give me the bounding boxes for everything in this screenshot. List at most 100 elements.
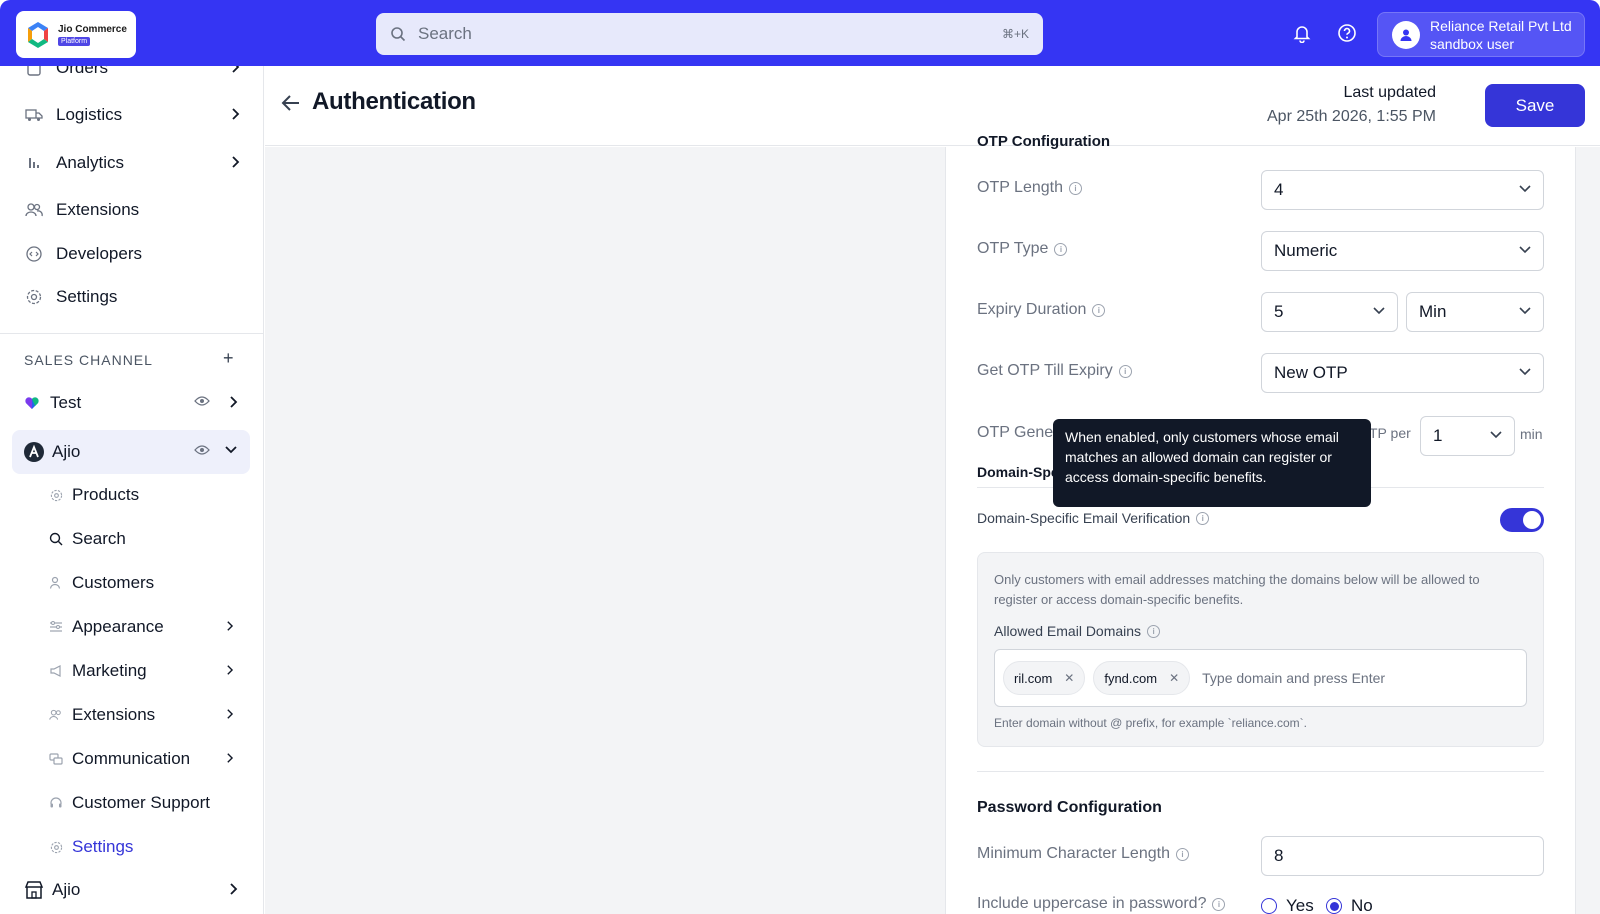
allowed-domains-input[interactable]: ril.com ✕ fynd.com ✕ Type domain and pre… — [994, 649, 1527, 707]
eye-icon[interactable] — [194, 395, 210, 407]
radio-circle — [1261, 898, 1277, 914]
store-icon — [24, 880, 44, 900]
info-icon[interactable]: i — [1054, 242, 1068, 256]
otp-length-label: OTP Length i — [977, 179, 1082, 197]
min-length-input[interactable]: 8 — [1261, 836, 1544, 876]
subitem-label: Products — [72, 485, 140, 504]
subitem-label: Appearance — [72, 617, 164, 636]
page-title: Authentication — [312, 88, 476, 115]
add-channel-icon[interactable]: + — [223, 348, 234, 369]
expiry-unit-select[interactable]: Min — [1406, 292, 1544, 332]
save-button[interactable]: Save — [1485, 84, 1585, 127]
info-icon[interactable]: i — [1092, 303, 1106, 317]
remove-chip-icon[interactable]: ✕ — [1064, 671, 1074, 685]
uppercase-yes-radio[interactable]: Yes — [1261, 896, 1314, 914]
otp-length-select[interactable]: 4 — [1261, 170, 1544, 210]
info-icon[interactable]: i — [1212, 897, 1226, 911]
logo[interactable]: Jio Commerce Platform — [16, 11, 136, 58]
sidebar-subitem-products[interactable]: Products — [48, 477, 248, 513]
channel-ajio[interactable]: Ajio — [12, 430, 250, 474]
orders-icon — [24, 66, 44, 78]
search-icon — [48, 531, 64, 547]
sidebar-item-logistics[interactable]: Logistics — [12, 95, 250, 135]
info-icon[interactable]: i — [1196, 511, 1210, 525]
otp-per-text: TP per — [1369, 425, 1411, 441]
sidebar-item-orders[interactable]: Orders — [12, 66, 250, 88]
user-icon — [48, 575, 64, 591]
password-divider — [977, 771, 1544, 772]
sidebar-subitem-marketing[interactable]: Marketing — [48, 653, 248, 689]
domain-chip: fynd.com ✕ — [1093, 661, 1191, 695]
domain-chip: ril.com ✕ — [1003, 661, 1086, 695]
subitem-label: Search — [72, 529, 126, 548]
chevron-down-icon — [1519, 185, 1531, 193]
sidebar-subitem-customers[interactable]: Customers — [48, 565, 248, 601]
subitem-label: Customer Support — [72, 793, 210, 812]
info-icon[interactable]: i — [1147, 624, 1161, 638]
sidebar-item-extensions[interactable]: Extensions — [12, 190, 250, 230]
sidebar-subitem-communication[interactable]: Communication — [48, 741, 248, 777]
chevron-right-icon[interactable] — [228, 882, 238, 896]
chevron-right-icon — [227, 621, 234, 631]
sidebar-item-analytics[interactable]: Analytics — [12, 143, 250, 183]
users-icon — [48, 707, 64, 723]
bell-icon[interactable] — [1289, 20, 1315, 46]
sidebar-item-label: Analytics — [56, 153, 125, 172]
heart-logo-icon — [24, 395, 40, 411]
eye-icon[interactable] — [194, 444, 210, 456]
chevron-down-icon — [1519, 368, 1531, 376]
domain-verification-toggle[interactable] — [1500, 508, 1544, 532]
channel-label: Ajio — [52, 442, 81, 461]
help-icon[interactable] — [1334, 20, 1360, 46]
domain-input-placeholder[interactable]: Type domain and press Enter — [1202, 670, 1385, 686]
otp-title-mask — [945, 125, 1576, 147]
top-bar: Jio Commerce Platform Search ⌘+K Relianc… — [0, 0, 1600, 66]
remove-chip-icon[interactable]: ✕ — [1169, 671, 1179, 685]
otp-rate-select[interactable]: 1 — [1420, 416, 1515, 456]
chevron-right-icon — [232, 156, 240, 168]
sidebar-divider — [0, 333, 263, 334]
otp-generation-label: OTP Gene — [977, 424, 1054, 441]
info-icon[interactable]: i — [1175, 847, 1189, 861]
channel-test[interactable]: Test — [12, 381, 250, 425]
get-otp-till-expiry-select[interactable]: New OTP — [1261, 353, 1544, 393]
users-icon — [24, 200, 44, 220]
sidebar-subitem-search[interactable]: Search — [48, 521, 248, 557]
user-name: sandbox user — [1430, 35, 1515, 52]
channel-ajio-store[interactable]: Ajio — [12, 868, 250, 912]
chevron-down-icon — [1519, 246, 1531, 254]
expiry-value-select[interactable]: 5 — [1261, 292, 1398, 332]
chevron-down-icon[interactable] — [224, 444, 238, 454]
sliders-icon — [48, 619, 64, 635]
channel-label: Test — [50, 393, 82, 412]
sidebar-item-settings[interactable]: Settings — [12, 277, 250, 317]
sidebar-subitem-appearance[interactable]: Appearance — [48, 609, 248, 645]
search-icon — [391, 27, 406, 42]
sidebar-subitem-customer-support[interactable]: Customer Support — [48, 785, 248, 821]
user-org: Reliance Retail Pvt Ltd — [1430, 17, 1572, 34]
otp-type-select[interactable]: Numeric — [1261, 231, 1544, 271]
radio-label: No — [1351, 896, 1373, 914]
megaphone-icon — [48, 663, 64, 679]
sidebar-item-label: Extensions — [56, 200, 140, 219]
bar-chart-icon — [24, 153, 44, 173]
user-menu[interactable]: Reliance Retail Pvt Ltd sandbox user — [1377, 12, 1585, 57]
otp-rate-unit: min — [1520, 426, 1543, 442]
chip-label: fynd.com — [1104, 670, 1158, 686]
info-icon[interactable]: i — [1118, 364, 1132, 378]
radio-circle — [1326, 898, 1342, 914]
otp-type-label: OTP Type i — [977, 240, 1068, 258]
uppercase-no-radio[interactable]: No — [1326, 896, 1373, 914]
subitem-label: Settings — [72, 837, 134, 856]
global-search[interactable]: Search ⌘+K — [376, 13, 1043, 55]
sidebar-subitem-extensions[interactable]: Extensions — [48, 697, 248, 733]
back-arrow-icon[interactable] — [281, 94, 301, 112]
label-text: Expiry Duration — [977, 301, 1087, 318]
sidebar-item-developers[interactable]: Developers — [12, 234, 250, 274]
chevron-right-icon[interactable] — [228, 395, 238, 409]
subitem-label: Customers — [72, 573, 155, 592]
info-icon[interactable]: i — [1068, 181, 1082, 195]
domain-tooltip: When enabled, only customers whose email… — [1053, 419, 1371, 507]
sidebar-subitem-settings[interactable]: Settings — [48, 829, 248, 865]
domain-hint: Enter domain without @ prefix, for examp… — [994, 716, 1307, 730]
